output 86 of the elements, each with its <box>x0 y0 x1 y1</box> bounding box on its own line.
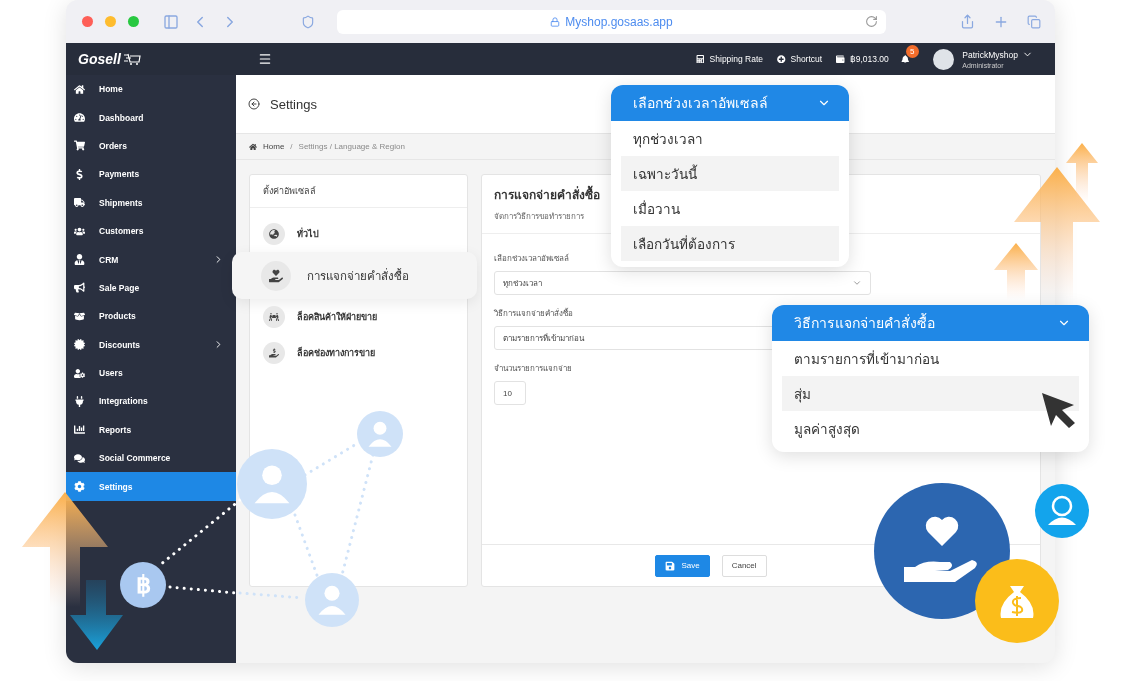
down-arrow-icon <box>70 580 123 650</box>
dropdown-option[interactable]: เลือกวันที่ต้องการ <box>621 226 839 261</box>
user-name[interactable]: PatrickMyshop <box>962 49 1018 60</box>
balance-link[interactable]: ฿9,013.00 <box>836 54 889 64</box>
breadcrumb-text: Settings / Language & Region <box>298 142 405 151</box>
globe-icon <box>263 223 285 245</box>
sidebar-item[interactable]: Discounts <box>66 330 236 359</box>
page-title: Settings <box>270 96 317 112</box>
shortcut-link[interactable]: Shortcut <box>777 54 823 64</box>
chat-icon <box>74 452 85 464</box>
settings-menu-item[interactable]: ล็อคช่องทางการขาย <box>250 335 467 371</box>
sidebar-item[interactable]: Reports <box>66 415 236 445</box>
people-icon <box>74 225 85 237</box>
field-label: วิธีการแจกจ่ายคำสั่งซื้อ <box>494 307 574 320</box>
wallet-icon <box>836 54 845 64</box>
chart-icon <box>74 424 85 436</box>
home-icon <box>74 83 85 95</box>
share-icon[interactable] <box>960 14 975 29</box>
gear-icon <box>74 481 85 493</box>
minimize-window-button[interactable] <box>105 16 116 27</box>
sidebar-item[interactable]: Users <box>66 358 236 388</box>
save-button[interactable]: Save <box>655 554 710 577</box>
gauge-icon <box>74 112 85 124</box>
sidebar-item[interactable]: Home <box>66 75 236 104</box>
card-title: ตั้งค่าอัพเซลล์ <box>250 175 467 208</box>
dropdown-header[interactable]: เลือกช่วงเวลาอัพเซลล์ <box>611 85 849 121</box>
breadcrumb-link[interactable]: Home <box>263 142 285 151</box>
dropdown-option[interactable]: สุ่ม <box>782 376 1079 411</box>
person-circle-icon <box>357 411 403 457</box>
dropdown-header[interactable]: วิธีการแจกจ่ายคำสั่งซื้อ <box>772 305 1089 341</box>
badge-icon <box>74 339 85 351</box>
sidebar-item[interactable]: Payments <box>66 160 236 189</box>
sidebar-item[interactable]: Orders <box>66 131 236 161</box>
number-field[interactable]: 10 <box>494 381 526 405</box>
dropdown-option[interactable]: มูลค่าสูงสุด <box>782 411 1079 446</box>
home-icon <box>249 142 257 151</box>
sidebar-toggle-icon[interactable] <box>163 13 179 30</box>
notification-count: 5 <box>905 44 919 58</box>
cart-logo-icon <box>122 53 141 65</box>
user-gear-icon <box>74 367 85 379</box>
settings-menu-item[interactable]: ล็อคสินค้าให้ฝ่ายขาย <box>250 299 467 335</box>
shipping-rate-link[interactable]: Shipping Rate <box>696 54 763 64</box>
sidebar-item[interactable]: Customers <box>66 216 236 246</box>
settings-menu-item[interactable]: ทั่วไป <box>250 216 467 252</box>
field-label: จำนวนรายการแจกจ่าย <box>494 363 573 375</box>
close-window-button[interactable] <box>82 16 93 27</box>
chevron-down-icon <box>852 278 862 288</box>
sidebar-item[interactable]: Dashboard <box>66 103 236 132</box>
person-box-icon <box>263 306 285 328</box>
save-icon <box>665 560 676 571</box>
sidebar-item[interactable]: Social Commerce <box>66 444 236 473</box>
sidebar-item[interactable]: Integrations <box>66 387 236 416</box>
menu-icon[interactable] <box>258 52 272 66</box>
sidebar-item[interactable]: Products <box>66 302 236 331</box>
logo-text: Gosell <box>78 51 121 67</box>
settings-menu-item[interactable]: การแจกจ่ายคำสั่งซื้อ <box>232 252 477 299</box>
select-field[interactable]: ทุกช่วงเวลา <box>494 271 871 295</box>
dropdown-option[interactable]: ทุกช่วงเวลา <box>621 121 839 156</box>
plug-icon <box>74 396 85 407</box>
cursor-icon <box>1042 393 1075 428</box>
calculator-icon <box>696 54 705 64</box>
lock-icon <box>550 16 561 27</box>
form-subtitle: จัดการวิธีการขอทำรายการ <box>494 211 585 223</box>
truck-icon <box>74 197 85 209</box>
back-icon[interactable] <box>248 98 260 110</box>
avatar[interactable] <box>933 48 955 70</box>
zoom-window-button[interactable] <box>128 16 139 27</box>
dropdown-option[interactable]: เมื่อวาน <box>621 191 839 226</box>
sidebar-item[interactable]: Settings <box>66 472 236 501</box>
reload-icon[interactable] <box>865 14 878 28</box>
breadcrumb-separator: / <box>290 142 293 151</box>
sidebar-item[interactable]: Shipments <box>66 188 236 217</box>
url-text: Myshop.gosaas.app <box>565 14 673 29</box>
hand-coin-icon <box>263 342 285 364</box>
dropdown-option[interactable]: เฉพาะวันนี้ <box>621 156 839 191</box>
box-icon <box>74 310 85 322</box>
tabs-icon[interactable] <box>1027 14 1041 29</box>
cancel-button[interactable]: Cancel <box>721 554 767 577</box>
megaphone-icon <box>74 282 85 294</box>
bell-icon[interactable] <box>900 54 910 64</box>
cart-icon <box>74 140 85 152</box>
shield-icon[interactable] <box>301 14 315 29</box>
user-icon <box>74 254 85 266</box>
field-label: เลือกช่วงเวลาอัพเซลล์ <box>494 253 570 265</box>
up-arrow-icon <box>22 492 108 607</box>
dollar-icon <box>74 168 85 180</box>
